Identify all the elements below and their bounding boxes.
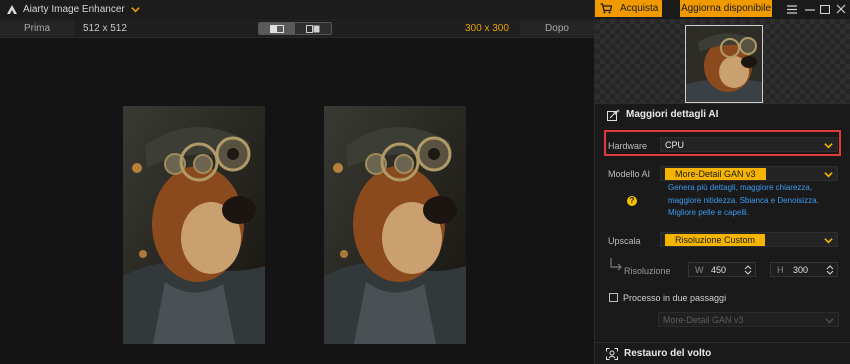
view-mode-toggle <box>258 22 332 35</box>
two-pass-model-value: More-Detail GAN v3 <box>663 315 744 325</box>
chevron-down-icon[interactable] <box>131 5 140 14</box>
close-icon[interactable] <box>834 2 848 16</box>
face-restore-title: Restauro del volto <box>624 348 712 359</box>
stepper-icon[interactable] <box>744 265 752 275</box>
stepper-icon[interactable] <box>826 265 834 275</box>
model-label: Modello AI <box>608 169 651 179</box>
model-select[interactable]: More-Detail GAN v3 <box>660 166 838 181</box>
upscale-label: Upscala <box>608 236 641 246</box>
compare-bar: Prima 512 x 512 300 x 300 Dopo <box>0 19 594 38</box>
face-restore-section-header[interactable]: Restauro del volto <box>594 342 850 364</box>
two-pass-label: Processo in due passaggi <box>623 293 727 303</box>
chevron-down-icon <box>824 172 833 178</box>
upscale-value: Risoluzione Custom <box>665 234 766 246</box>
before-size: 512 x 512 <box>83 23 127 34</box>
panel-top-bar: Acquista Aggiorna disponibile <box>595 0 850 19</box>
ai-detail-section-header[interactable]: Maggiori dettagli AI <box>595 103 850 125</box>
app-title: Aiarty Image Enhancer <box>23 4 125 15</box>
before-image <box>123 106 265 344</box>
thumbnail-area <box>595 19 850 103</box>
chevron-down-icon <box>824 143 833 149</box>
buy-button[interactable]: Acquista <box>595 0 662 17</box>
cart-icon <box>600 3 612 14</box>
enhance-icon <box>607 108 620 121</box>
upscale-select[interactable]: Risoluzione Custom <box>660 232 838 247</box>
height-value: 300 <box>793 265 809 275</box>
maximize-icon[interactable] <box>818 2 832 16</box>
chevron-down-icon <box>824 238 833 244</box>
help-icon[interactable]: ? <box>627 196 637 206</box>
thumbnail-image[interactable] <box>685 25 763 103</box>
update-button[interactable]: Aggiorna disponibile <box>680 0 772 17</box>
resolution-label: Risoluzione <box>624 266 671 276</box>
compare-view-button[interactable] <box>295 23 331 34</box>
preview-canvas[interactable] <box>0 39 594 364</box>
face-scan-icon <box>606 347 618 360</box>
split-view-icon <box>270 24 284 33</box>
side-by-side-view-button[interactable] <box>259 23 295 34</box>
after-size: 300 x 300 <box>465 23 509 34</box>
before-label: Prima <box>0 21 74 36</box>
after-label: Dopo <box>520 21 594 36</box>
model-value: More-Detail GAN v3 <box>665 168 766 180</box>
menu-icon[interactable] <box>785 2 799 16</box>
width-input[interactable]: W 450 <box>688 262 756 277</box>
after-image <box>324 106 466 344</box>
hardware-select[interactable]: CPU <box>660 137 838 152</box>
two-pass-model-select: More-Detail GAN v3 <box>658 312 839 327</box>
width-prefix: W <box>695 265 704 275</box>
height-prefix: H <box>777 265 784 275</box>
two-pass-checkbox[interactable] <box>609 293 618 302</box>
width-value: 450 <box>711 265 727 275</box>
buy-label: Acquista <box>620 3 659 14</box>
app-logo-icon <box>7 4 17 14</box>
title-bar: Aiarty Image Enhancer <box>0 0 594 19</box>
compare-view-icon <box>306 24 320 33</box>
hardware-label: Hardware <box>608 141 648 151</box>
chevron-down-icon <box>825 318 834 324</box>
model-description: Genera più dettagli, maggiore chiarezza,… <box>668 183 819 217</box>
ai-detail-section-title: Maggiori dettagli AI <box>626 109 719 120</box>
height-input[interactable]: H 300 <box>770 262 838 277</box>
sub-option-arrow-icon <box>610 258 622 271</box>
minimize-icon[interactable] <box>803 2 817 16</box>
hardware-value: CPU <box>665 140 685 150</box>
